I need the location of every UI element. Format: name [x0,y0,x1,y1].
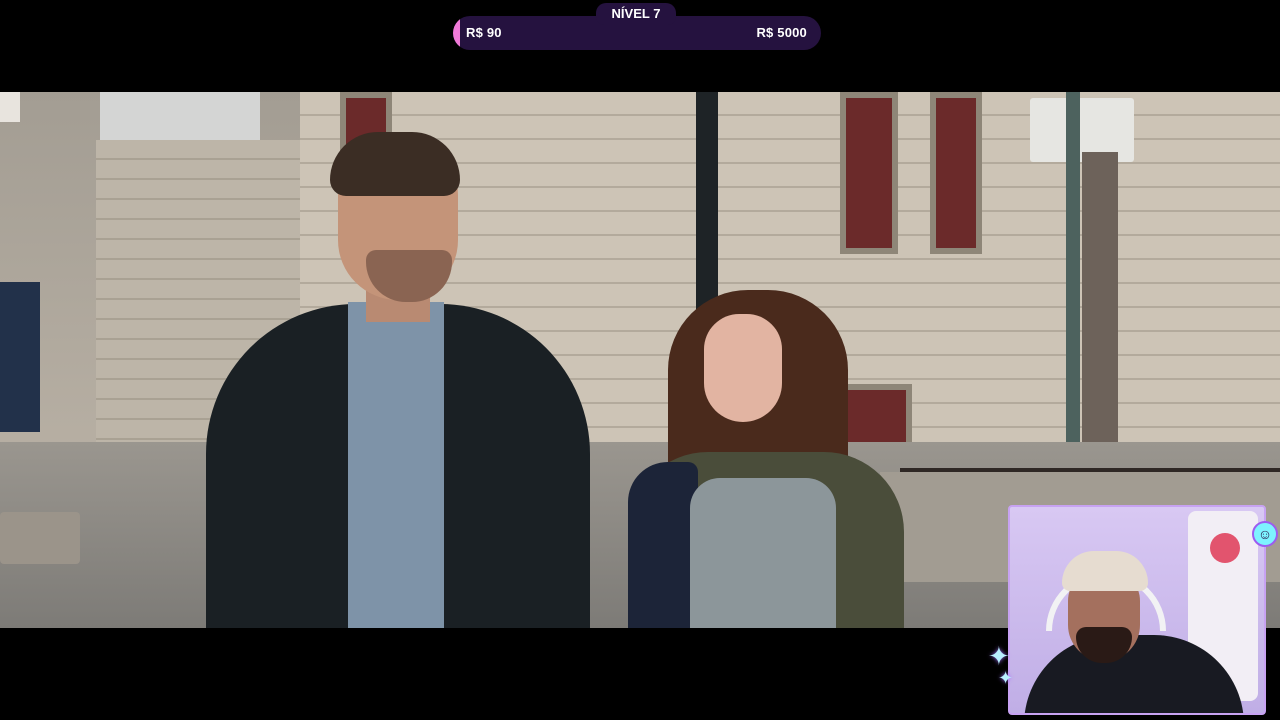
smiley-icon: ☺ [1252,521,1278,547]
sign-pole [1066,92,1080,502]
sparkle-icon: ✦ [998,668,1014,688]
shirt-print [1210,533,1240,563]
man-shirt [348,302,444,628]
woman-top [690,478,836,628]
level-badge: NÍVEL 7 [596,3,676,25]
sky [0,92,20,122]
woman-sleeve [628,462,698,628]
webcam-overlay [1008,505,1266,715]
goal-progress-fill [453,16,460,50]
goal-current-amount: R$ 90 [466,25,502,40]
man-hair [330,132,460,196]
goal-target-amount: R$ 5000 [756,25,807,40]
woman-face [704,314,782,422]
stone-base [0,512,80,564]
building-window [840,92,898,254]
streamer-hair [1062,551,1148,591]
tree-trunk [1082,152,1118,482]
building-window [930,92,982,254]
